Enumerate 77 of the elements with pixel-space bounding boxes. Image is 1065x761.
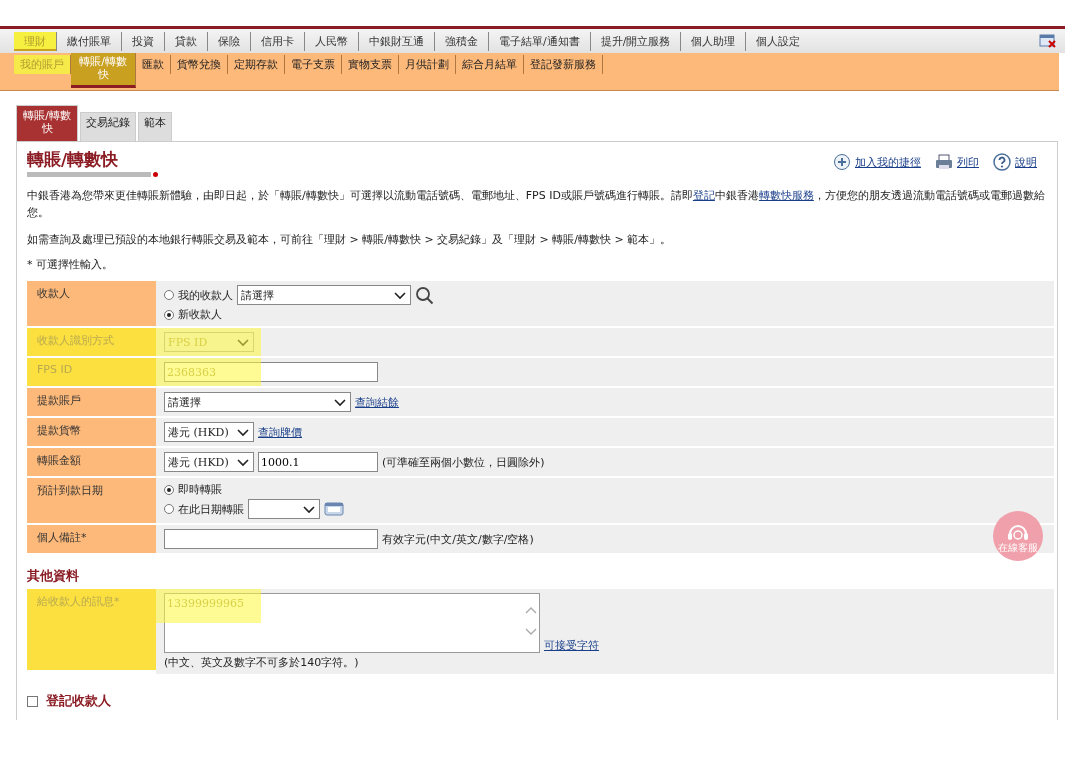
- menu-tab[interactable]: 電子結單/通知書: [489, 31, 591, 51]
- dropdown[interactable]: [248, 499, 320, 519]
- caret-icon: [236, 457, 250, 467]
- page-title: 轉賬/轉數快: [27, 148, 120, 170]
- caret-icon: [333, 397, 347, 407]
- radio-button[interactable]: [164, 309, 174, 320]
- checkbox-label: 登記收款人: [46, 692, 111, 710]
- calendar-icon[interactable]: [324, 502, 344, 516]
- link[interactable]: 查詢牌價: [258, 424, 302, 440]
- link[interactable]: 登記: [692, 189, 715, 202]
- field-label: 預計到款日期: [27, 478, 156, 523]
- input-field[interactable]: [164, 529, 378, 549]
- menu-tab[interactable]: 貸款: [165, 31, 208, 51]
- field-label: 收款人: [27, 281, 156, 326]
- radio-button[interactable]: [164, 504, 174, 514]
- menu-tab[interactable]: 個人助理: [681, 31, 747, 51]
- scroll-arrows-icon: [523, 605, 539, 637]
- field-label: FPS ID: [27, 358, 156, 386]
- tab[interactable]: 交易紀錄: [80, 112, 136, 141]
- caret-icon: [236, 427, 250, 437]
- submenu-item[interactable]: 實物支票: [342, 55, 399, 74]
- link[interactable]: 查詢結餘: [355, 394, 399, 410]
- tab[interactable]: 轉賬/轉數快: [16, 105, 78, 141]
- hint-text: (中文、英文及數字不可多於140字符。): [164, 655, 359, 670]
- caret-icon: [393, 290, 407, 300]
- field-label: 轉賬金額: [27, 448, 156, 476]
- submenu-item[interactable]: 月供計劃: [399, 55, 456, 74]
- link[interactable]: 轉數快服務: [758, 189, 814, 202]
- dropdown[interactable]: 港元 (HKD): [164, 422, 254, 442]
- link[interactable]: 加入我的捷徑: [855, 154, 921, 170]
- paragraph: 中銀香港為您帶來更佳轉賬新體驗，由即日起，於「轉賬/轉數快」可選擇以流動電話號碼、電郵地址、FPS ID或賬戶號碼進行轉賬。請即登記中銀香港轉數快服務，方便您的朋友透過流動電話號碼或電郵過數給您。: [27, 188, 1046, 221]
- menu-tab[interactable]: 投資: [122, 31, 165, 51]
- radio-button[interactable]: [164, 290, 174, 300]
- add-icon[interactable]: [833, 153, 851, 171]
- menu-tab[interactable]: 信用卡: [251, 31, 305, 51]
- paragraph: 如需查詢及處理已預設的本地銀行轉賬交易及範本，可前往「理財 > 轉賬/轉數快 > 交易紀錄」及「理財 > 轉賬/轉數快 > 範本」。: [27, 232, 673, 248]
- field-label: 給收款人的訊息*: [27, 589, 156, 670]
- caret-icon: [236, 337, 250, 347]
- link[interactable]: 說明: [1015, 154, 1037, 170]
- link[interactable]: 可接受字符: [544, 638, 599, 653]
- dropdown[interactable]: 請選擇: [164, 392, 351, 412]
- submenu-item[interactable]: 電子支票: [285, 55, 342, 74]
- section-heading: 其他資料: [26, 567, 80, 585]
- submenu-item[interactable]: 貨幣兌換: [171, 55, 228, 74]
- radio-label: 新收款人: [178, 307, 222, 322]
- submenu-item[interactable]: 綜合月結單: [456, 55, 524, 74]
- menu-tab[interactable]: 人民幣: [305, 31, 359, 51]
- menu-tab[interactable]: 強積金: [435, 31, 489, 51]
- submenu-item[interactable]: 定期存款: [228, 55, 285, 74]
- field-label: 提款貨幣: [27, 418, 156, 446]
- menu-tab[interactable]: 個人設定: [746, 31, 811, 51]
- menu-tab[interactable]: 保險: [208, 31, 251, 51]
- hint-text: (可準確至兩個小數位，日圓除外): [382, 454, 545, 470]
- dropdown[interactable]: 港元 (HKD): [164, 452, 254, 472]
- logout-icon[interactable]: [1039, 34, 1057, 48]
- radio-label: 即時轉賬: [178, 482, 222, 497]
- radio-button[interactable]: [164, 484, 174, 495]
- printer-icon[interactable]: [935, 153, 953, 171]
- hint-text: 有效字元(中文/英文/數字/空格): [382, 531, 534, 547]
- menu-tab[interactable]: 繳付賬單: [57, 31, 122, 51]
- paragraph: * 可選擇性輸入。: [27, 257, 114, 273]
- caret-icon: [302, 504, 316, 514]
- radio-label: 在此日期轉賬: [178, 501, 244, 517]
- field-label: 個人備註*: [27, 525, 156, 553]
- link[interactable]: 列印: [957, 154, 979, 170]
- submenu-item[interactable]: 匯款: [136, 55, 171, 74]
- input-field[interactable]: 1000.1: [258, 452, 378, 472]
- menu-tab[interactable]: 中銀財互通: [359, 31, 435, 51]
- dropdown[interactable]: 請選擇: [237, 285, 411, 305]
- tab[interactable]: 範本: [138, 112, 172, 141]
- field-label: 提款賬戶: [27, 388, 156, 416]
- checkbox[interactable]: [27, 695, 38, 707]
- menu-tab[interactable]: 提升/開立服務: [590, 31, 682, 51]
- submenu-item[interactable]: 登記發薪服務: [524, 55, 603, 74]
- radio-label: 我的收款人: [178, 287, 233, 303]
- search-icon[interactable]: [415, 285, 434, 305]
- help-icon[interactable]: [993, 153, 1011, 171]
